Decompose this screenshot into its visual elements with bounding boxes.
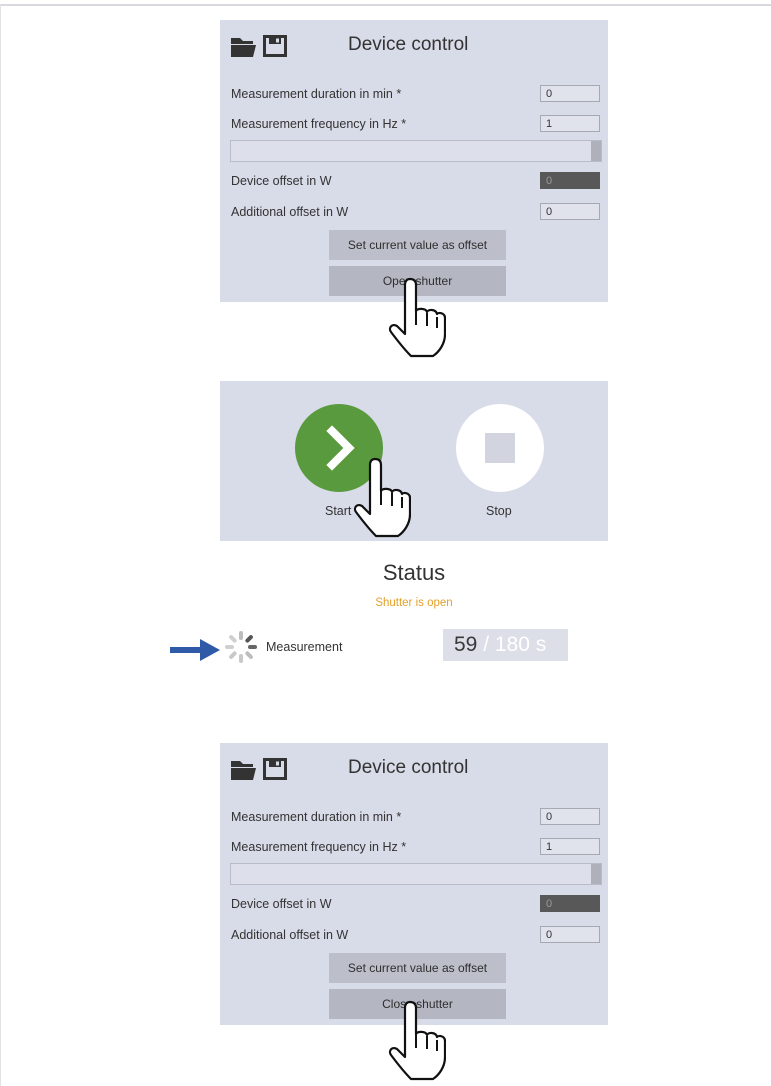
hand-pointer-icon [353,457,411,538]
status-text: Shutter is open [375,597,453,609]
duration-field[interactable]: 0 [540,808,600,825]
stop-square-icon [485,433,515,463]
progress-bar [230,863,602,885]
additional-offset-label: Additional offset in W [231,205,349,219]
additional-offset-label: Additional offset in W [231,928,349,942]
frequency-label: Measurement frequency in Hz * [231,840,407,854]
status-title: Status [382,560,446,585]
frequency-field[interactable]: 1 [540,115,600,132]
duration-field[interactable]: 0 [540,85,600,102]
device-offset-field: 0 [540,895,600,912]
toolbar-icons [230,34,287,63]
device-offset-field: 0 [540,172,600,189]
measurement-label: Measurement [266,640,343,654]
progress-bar [230,140,602,162]
scroll-thumb[interactable] [591,864,601,884]
duration-label: Measurement duration in min * [231,87,402,101]
hand-pointer-icon [388,277,446,358]
frequency-label: Measurement frequency in Hz * [231,117,407,131]
additional-offset-field[interactable]: 0 [540,203,600,220]
stop-button[interactable] [456,404,544,492]
device-control-panel-top: Device control Measurement duration in m… [220,20,608,302]
device-offset-label: Device offset in W [231,174,332,188]
frequency-field[interactable]: 1 [540,838,600,855]
folder-icon[interactable] [230,34,257,63]
counter-current: 59 [454,633,478,656]
counter-total: / 180 s [477,633,547,656]
toolbar-icons [230,757,287,786]
panel-title: Device control [348,34,469,55]
spinner-icon [225,631,257,663]
time-counter: 59 / 180 s [443,629,568,661]
save-icon[interactable] [263,34,287,63]
save-icon[interactable] [263,757,287,786]
device-offset-label: Device offset in W [231,897,332,911]
side-rule [0,4,1,1086]
set-offset-button[interactable]: Set current value as offset [329,953,506,983]
top-rule [0,4,771,6]
panel-title: Device control [348,757,469,778]
start-label: Start [325,504,352,518]
additional-offset-field[interactable]: 0 [540,926,600,943]
set-offset-button[interactable]: Set current value as offset [329,230,506,260]
folder-icon[interactable] [230,757,257,786]
measurement-control-panel: Start Stop [220,381,608,541]
device-control-panel-bottom: Device control Measurement duration in m… [220,743,608,1025]
hand-pointer-icon [388,1000,446,1081]
scroll-thumb[interactable] [591,141,601,161]
arrow-right-icon [170,639,220,661]
stop-label: Stop [486,504,512,518]
duration-label: Measurement duration in min * [231,810,402,824]
